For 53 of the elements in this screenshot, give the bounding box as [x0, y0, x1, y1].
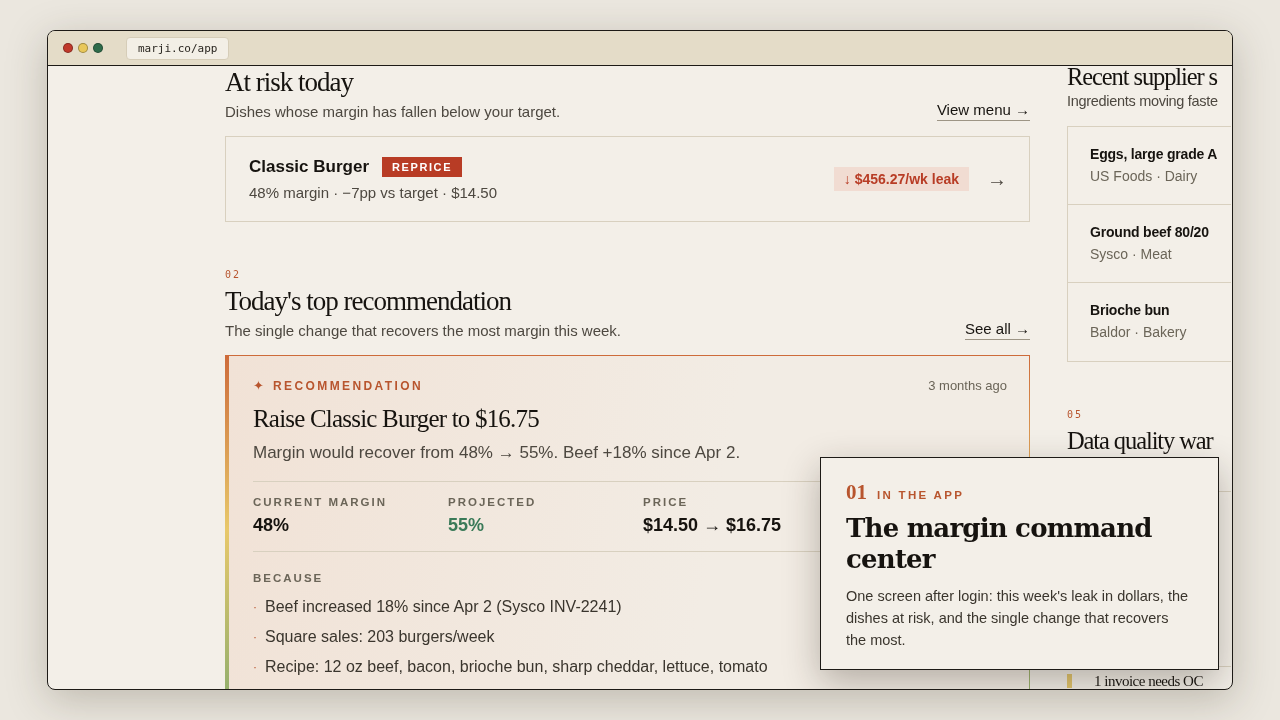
bullet-icon: · — [253, 630, 257, 644]
section-title: Recent supplier s — [1067, 66, 1219, 88]
metric-label: PROJECTED — [448, 496, 538, 508]
bullet-icon: · — [253, 660, 257, 674]
accent-bar — [1067, 674, 1072, 688]
arrow-icon[interactable]: → — [987, 167, 1007, 191]
close-button[interactable] — [63, 43, 73, 53]
section-title: At risk today — [225, 66, 355, 98]
section-subtitle: Dishes whose margin has fallen below your target. — [225, 102, 561, 120]
recommendation-title: Raise Classic Burger to $16.75 — [253, 405, 540, 433]
supplier-meta: Sysco · Meat — [1090, 246, 1173, 262]
metric-value: 55% — [448, 515, 486, 536]
metric-value: 48% — [253, 515, 291, 536]
section-subtitle: The single change that recovers the most margin this week. — [225, 321, 622, 339]
supplier-row[interactable]: Brioche bun Baldor · Bakery — [1068, 283, 1231, 361]
because-label: BECAUSE — [253, 572, 325, 584]
timestamp: 3 months ago — [928, 378, 1007, 393]
supplier-row[interactable]: Eggs, large grade A US Foods · Dairy — [1068, 127, 1231, 205]
ingredient-name: Eggs, large grade A — [1090, 146, 1219, 162]
metric-label: PRICE — [643, 496, 690, 508]
section-title: Data quality war — [1067, 426, 1215, 456]
alert-title: 1 invoice needs OC — [1094, 674, 1203, 688]
reason-text: Recipe: 12 oz beef, bacon, brioche bun, sharp cheddar, lettuce, tomato — [265, 658, 768, 676]
callout-number: 01 — [846, 480, 867, 505]
card-label: RECOMMENDATION — [273, 378, 424, 393]
see-all-link[interactable]: See all → — [964, 320, 1030, 340]
section-title: Today's top recommendation — [225, 285, 513, 317]
recommendation-description: Margin would recover from 48% → 55%. Beef +18% since Apr 2. — [253, 443, 742, 463]
section-subtitle: Ingredients moving faste — [1067, 93, 1218, 109]
callout-text: One screen after login: this week's leak in dollars, the dishes at risk, and the single change that recovers the most. — [846, 587, 1190, 650]
supplier-row[interactable]: Ground beef 80/20 Sysco · Meat — [1068, 205, 1231, 283]
callout-title: The margin command center — [846, 513, 1153, 575]
ingredient-name: Brioche bun — [1090, 302, 1171, 318]
status-badge: REPRICE — [382, 157, 463, 177]
supplier-meta: US Foods · Dairy — [1090, 168, 1199, 184]
dish-card[interactable]: Classic Burger REPRICE 48% margin · −7pp vs target · $14.50 ↓ $456.27/wk leak → — [225, 136, 1030, 222]
metric-value: $14.50 → $16.75 — [643, 515, 783, 536]
address-field[interactable]: marji.co/app — [126, 36, 230, 60]
ingredient-name: Ground beef 80/20 — [1090, 224, 1210, 240]
bullet-icon: · — [253, 600, 257, 614]
supplier-meta: Baldor · Bakery — [1090, 324, 1188, 340]
callout-label: IN THE APP — [877, 489, 965, 501]
metric-label: CURRENT MARGIN — [253, 496, 389, 508]
leak-tag: ↓ $456.27/wk leak — [833, 167, 969, 191]
reason-text: Square sales: 203 burgers/week — [265, 628, 495, 646]
dish-name: Classic Burger — [249, 157, 369, 177]
section-number: 05 — [1067, 409, 1085, 420]
view-menu-link[interactable]: View menu → — [936, 101, 1030, 121]
section-number: 02 — [225, 269, 243, 280]
sparkle-icon: ✦ — [253, 378, 264, 393]
dish-meta: 48% margin · −7pp vs target · $14.50 — [249, 184, 499, 201]
reason-text: Beef increased 18% since Apr 2 (Sysco INV-2241) — [265, 598, 622, 616]
maximize-button[interactable] — [93, 43, 103, 53]
